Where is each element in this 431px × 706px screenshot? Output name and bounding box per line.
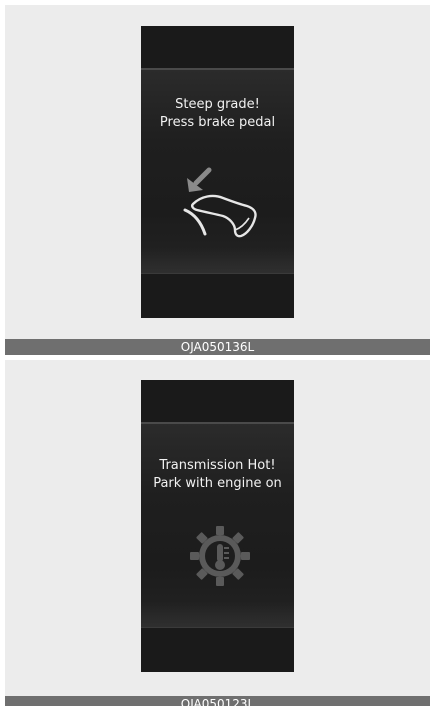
warning-panel-steep-grade: Steep grade! Press brake pedal bbox=[5, 5, 430, 339]
warning-panel-transmission-hot: Transmission Hot! Park with engine on bbox=[5, 360, 430, 696]
foot-brake-pedal-icon bbox=[183, 167, 257, 238]
warning-message-line-1: Transmission Hot! bbox=[159, 458, 276, 473]
figure-caption: OJA050136L bbox=[5, 339, 430, 355]
cluster-display: Transmission Hot! Park with engine on bbox=[141, 380, 294, 672]
cluster-display: Steep grade! Press brake pedal bbox=[141, 26, 294, 318]
warning-message-line-1: Steep grade! bbox=[175, 97, 260, 112]
warning-message: Transmission Hot! Park with engine on bbox=[141, 457, 294, 493]
warning-message-line-2: Park with engine on bbox=[153, 476, 282, 491]
warning-message-line-2: Press brake pedal bbox=[159, 115, 276, 130]
transmission-temperature-gear-icon bbox=[190, 526, 250, 586]
figure-caption: OJA050123L bbox=[5, 696, 430, 706]
warning-message: Steep grade! Press brake pedal bbox=[141, 96, 294, 132]
